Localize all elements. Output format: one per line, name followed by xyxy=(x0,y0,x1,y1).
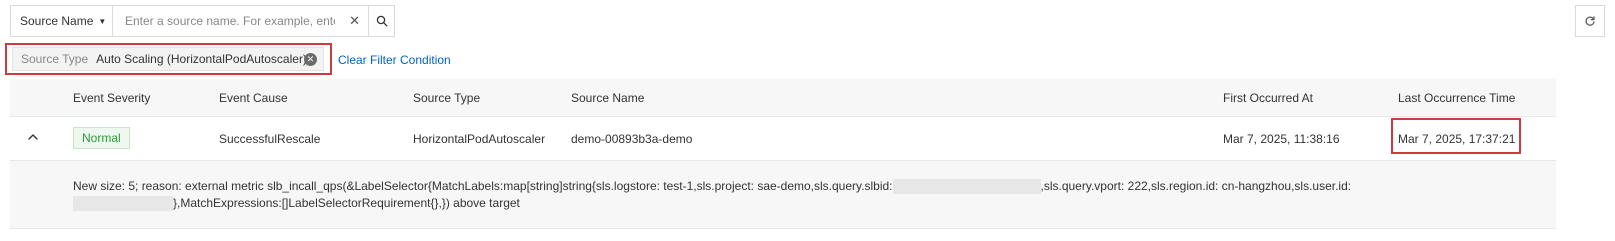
caret-down-icon: ▼ xyxy=(98,16,107,26)
filter-value: Auto Scaling (HorizontalPodAutoscaler) xyxy=(96,52,307,66)
search-field-label: Source Name xyxy=(20,14,94,28)
header-source-name: Source Name xyxy=(571,91,645,105)
filter-condition-highlight: Source Type Auto Scaling (HorizontalPodA… xyxy=(5,43,332,75)
event-message-part1: New size: 5; reason: external metric slb… xyxy=(73,179,893,193)
filter-key: Source Type xyxy=(21,52,89,66)
table-row: Normal SuccessfulRescale HorizontalPodAu… xyxy=(10,117,1556,161)
events-table: Event Severity Event Cause Source Type S… xyxy=(10,79,1556,229)
refresh-button[interactable] xyxy=(1575,5,1605,37)
search-icon xyxy=(376,15,387,27)
severity-badge: Normal xyxy=(73,127,130,149)
redacted-slbid xyxy=(892,179,1041,195)
header-last-occurred: Last Occurrence Time xyxy=(1398,91,1516,105)
redacted-user-id xyxy=(73,196,173,212)
cell-last-occurred: Mar 7, 2025, 17:37:21 xyxy=(1398,132,1516,146)
header-source-type: Source Type xyxy=(413,91,481,105)
chevron-up-icon[interactable] xyxy=(27,131,39,146)
header-first-occurred: First Occurred At xyxy=(1223,91,1314,105)
header-event-cause: Event Cause xyxy=(219,91,288,105)
refresh-icon xyxy=(1585,16,1595,26)
search-field-select[interactable]: Source Name ▼ xyxy=(10,5,112,37)
search-input[interactable] xyxy=(113,7,337,35)
search-toolbar: Source Name ▼ ✕ xyxy=(10,5,395,37)
cell-source-name: demo-00893b3a-demo xyxy=(571,132,693,146)
filter-tag: Source Type Auto Scaling (HorizontalPodA… xyxy=(12,47,324,71)
cell-source-type: HorizontalPodAutoscaler xyxy=(413,132,546,146)
search-button[interactable] xyxy=(368,5,395,37)
close-filter-icon[interactable]: ✕ xyxy=(304,53,317,66)
clear-input-icon[interactable]: ✕ xyxy=(349,13,360,29)
event-message-part3: },MatchExpressions:[]LabelSelectorRequir… xyxy=(173,196,520,210)
search-input-wrap: ✕ xyxy=(112,5,368,37)
event-message-part2: ,sls.query.vport: 222,sls.region.id: cn-… xyxy=(1040,179,1352,193)
cell-first-occurred: Mar 7, 2025, 11:38:16 xyxy=(1223,132,1340,146)
clear-filter-link[interactable]: Clear Filter Condition xyxy=(338,53,451,67)
event-detail-row: New size: 5; reason: external metric slb… xyxy=(10,161,1556,229)
table-header: Event Severity Event Cause Source Type S… xyxy=(10,79,1556,117)
cell-event-cause: SuccessfulRescale xyxy=(219,132,321,146)
header-event-severity: Event Severity xyxy=(73,91,151,105)
